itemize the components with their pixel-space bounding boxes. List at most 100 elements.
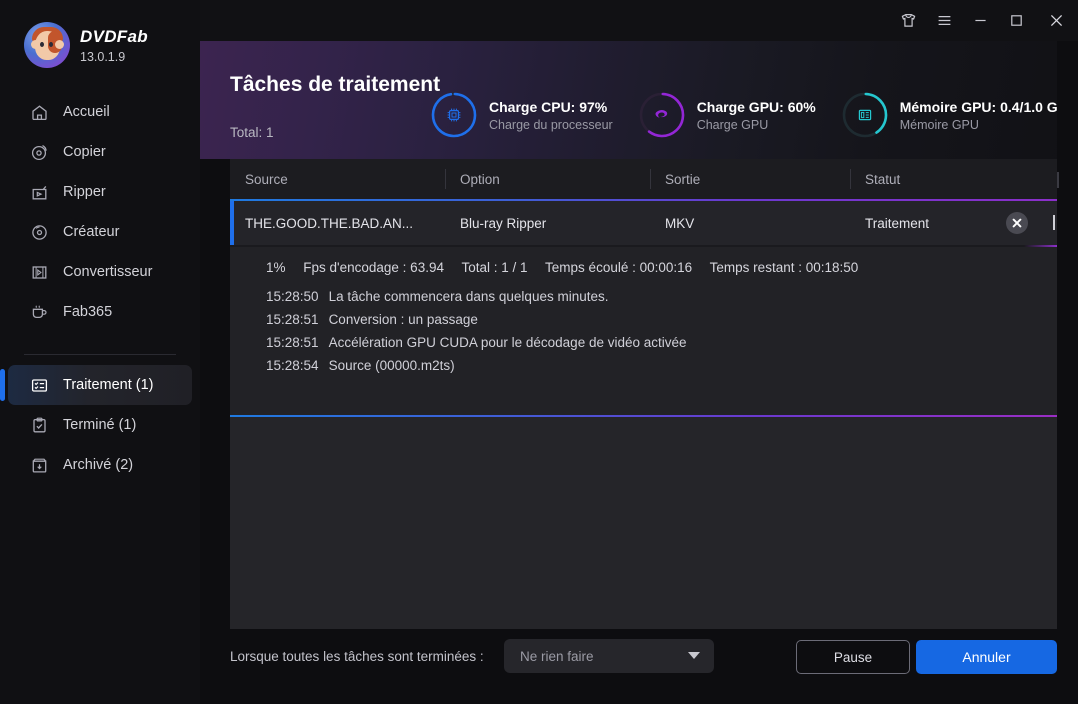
- brand-fab: Fab: [116, 26, 148, 46]
- when-done-dropdown[interactable]: Ne rien faire: [504, 639, 714, 673]
- gpu-memory-value: Mémoire GPU: 0.4/1.0 G: [899, 98, 1058, 115]
- sidebar-item-label: Terminé (1): [63, 417, 137, 433]
- cpu-load-value: Charge CPU: 97%: [489, 98, 608, 115]
- dvdfab-mascot-icon: [24, 22, 70, 68]
- gpu-load-caption: Charge GPU: [696, 117, 769, 132]
- close-icon[interactable]: [1034, 0, 1078, 41]
- time-elapsed: Temps écoulé : 00:00:16: [545, 260, 693, 275]
- system-gauges: Charge CPU: 97% Charge du processeur Cha…: [430, 91, 1078, 139]
- progress-percent: 1%: [266, 260, 286, 275]
- app-version: 13.0.1.9: [80, 49, 126, 64]
- gutter-tick: [1057, 172, 1059, 188]
- app-window: DVDFab 13.0.1.9 Accueil Copier Ripper Cr…: [0, 0, 1078, 704]
- main-panel: Tâches de traitement Total: 1 Charge CPU…: [200, 0, 1078, 704]
- list-item: 15:28:54 Source (00000.m2ts): [266, 358, 1057, 373]
- gpu-ring: [638, 91, 686, 139]
- gauge-cpu: Charge CPU: 97% Charge du processeur: [430, 91, 613, 139]
- rip-icon: [30, 183, 49, 202]
- sidebar-item-archive[interactable]: Archivé (2): [8, 445, 192, 485]
- table-row[interactable]: THE.GOOD.THE.BAD.AN... Blu-ray Ripper MK…: [230, 201, 1057, 245]
- log-empty-area: [230, 417, 1057, 629]
- progress-total: Total : 1 / 1: [461, 260, 528, 275]
- when-done-label: Lorsque toutes les tâches sont terminées…: [230, 649, 484, 664]
- brand-dvd: DVD: [80, 26, 117, 46]
- page-header: Tâches de traitement Total: 1 Charge CPU…: [200, 41, 1078, 159]
- log-timestamp: 15:28:51: [266, 312, 319, 327]
- log-message: Conversion : un passage: [328, 312, 478, 327]
- list-item: 15:28:51 Accélération GPU CUDA pour le dé…: [266, 335, 1057, 350]
- maximize-icon[interactable]: [998, 0, 1034, 41]
- sidebar-item-label: Créateur: [63, 224, 120, 240]
- page-title: Tâches de traitement: [230, 73, 441, 96]
- gauge-gpu: Charge GPU: 60% Charge GPU: [638, 91, 816, 139]
- column-header-label: Statut: [865, 171, 901, 187]
- column-header-label: Source: [245, 171, 288, 187]
- gauge-gpu-memory: Mémoire GPU: 0.4/1.0 G Mémoire GPU: [841, 91, 1058, 139]
- window-controls: [890, 0, 1078, 41]
- sidebar-item-ripper[interactable]: Ripper: [8, 172, 192, 212]
- column-header-statut: Statut: [850, 159, 1057, 199]
- log-timestamp: 15:28:54: [266, 358, 319, 373]
- list-item: 15:28:50 La tâche commencera dans quelque…: [266, 289, 1057, 304]
- column-header-option: Option: [445, 159, 650, 199]
- sidebar-item-label: Traitement (1): [63, 377, 154, 393]
- pause-button[interactable]: Pause: [796, 640, 910, 674]
- shirt-icon[interactable]: [890, 0, 926, 41]
- sidebar-item-traitement[interactable]: Traitement (1): [0, 365, 192, 405]
- title-bar: [200, 0, 1078, 41]
- sidebar: DVDFab 13.0.1.9 Accueil Copier Ripper Cr…: [0, 0, 200, 704]
- encoding-fps: Fps d'encodage : 63.94: [303, 260, 444, 275]
- disc-create-icon: [30, 223, 49, 242]
- film-convert-icon: [30, 263, 49, 282]
- sidebar-item-termine[interactable]: Terminé (1): [8, 405, 192, 445]
- cell-statut: Traitement: [865, 215, 930, 231]
- sidebar-item-label: Copier: [63, 144, 106, 160]
- sidebar-item-createur[interactable]: Créateur: [8, 212, 192, 252]
- brand-name: DVDFab: [80, 27, 148, 47]
- cell-source: THE.GOOD.THE.BAD.AN...: [245, 215, 414, 231]
- row-overflow-indicator: [1053, 215, 1055, 230]
- sidebar-item-label: Convertisseur: [63, 264, 153, 280]
- cancel-button[interactable]: Annuler: [916, 640, 1057, 674]
- cpu-load-caption: Charge du processeur: [489, 117, 613, 132]
- cell-option: Blu-ray Ripper: [460, 215, 547, 231]
- task-total-value: 1: [266, 125, 274, 140]
- column-header-source: Source: [230, 159, 445, 199]
- log-message: Accélération GPU CUDA pour le décodage d…: [328, 335, 687, 350]
- log-timestamp: 15:28:51: [266, 335, 319, 350]
- column-header-label: Option: [460, 171, 500, 187]
- sidebar-item-label: Fab365: [63, 304, 113, 320]
- nvidia-logo-icon: [638, 91, 686, 139]
- sidebar-item-label: Accueil: [63, 104, 110, 120]
- chevron-down-icon: [688, 652, 700, 659]
- task-total: Total: 1: [230, 125, 274, 140]
- sidebar-item-copier[interactable]: Copier: [8, 132, 192, 172]
- task-log-panel: 1% Fps d'encodage : 63.94 Total : 1 / 1 …: [230, 247, 1057, 629]
- minimize-icon[interactable]: [962, 0, 998, 41]
- task-total-label: Total:: [230, 125, 263, 140]
- vram-module-icon: [841, 91, 889, 139]
- hamburger-icon[interactable]: [926, 0, 962, 41]
- right-gutter: [1057, 41, 1078, 704]
- sidebar-item-convertisseur[interactable]: Convertisseur: [8, 252, 192, 292]
- sidebar-divider: [24, 354, 176, 355]
- sidebar-item-label: Ripper: [63, 184, 106, 200]
- cell-sortie: MKV: [665, 215, 695, 231]
- column-header-label: Sortie: [665, 171, 701, 187]
- clipboard-check-icon: [30, 416, 49, 435]
- log-progress-divider: [230, 415, 1057, 417]
- sidebar-item-fab365[interactable]: Fab365: [8, 292, 192, 332]
- time-remaining: Temps restant : 00:18:50: [709, 260, 859, 275]
- log-message: Source (00000.m2ts): [328, 358, 455, 373]
- sidebar-item-accueil[interactable]: Accueil: [8, 92, 192, 132]
- footer-bar: Lorsque toutes les tâches sont terminées…: [200, 629, 1078, 704]
- close-circle-icon[interactable]: [1006, 212, 1028, 234]
- when-done-selected-value: Ne rien faire: [520, 648, 594, 664]
- log-list: 15:28:50 La tâche commencera dans quelque…: [266, 289, 1057, 373]
- app-logo-row: DVDFab 13.0.1.9: [0, 0, 200, 68]
- list-item: 15:28:51 Conversion : un passage: [266, 312, 1057, 327]
- gpu-memory-caption: Mémoire GPU: [899, 117, 979, 132]
- tasks-icon: [30, 376, 49, 395]
- log-timestamp: 15:28:50: [266, 289, 319, 304]
- fab365-icon: [30, 303, 49, 322]
